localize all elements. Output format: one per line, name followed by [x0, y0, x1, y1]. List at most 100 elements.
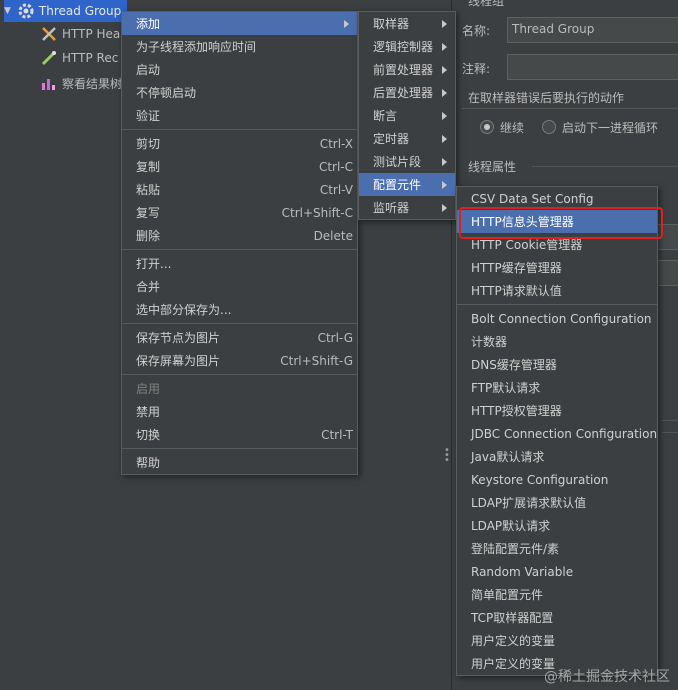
menu-item-label: 粘贴: [136, 183, 161, 197]
context-menu-item[interactable]: 删除 Delete: [122, 224, 357, 247]
config-element-item[interactable]: 用户定义的变量: [457, 629, 657, 652]
tree-item-thread-group[interactable]: ▼ Thread Group: [4, 0, 128, 22]
add-submenu-item[interactable]: 配置元件: [359, 173, 455, 196]
submenu-arrow-icon: [442, 88, 447, 97]
context-menu-item[interactable]: 选中部分保存为...: [122, 298, 357, 321]
menu-separator: [122, 374, 357, 375]
config-element-item[interactable]: HTTP授权管理器: [457, 399, 657, 422]
context-menu-item[interactable]: 不停顿启动: [122, 81, 357, 104]
menu-separator: [122, 129, 357, 130]
add-submenu-item[interactable]: 监听器: [359, 196, 455, 219]
add-submenu-item[interactable]: 断言: [359, 104, 455, 127]
context-menu-item[interactable]: 切换 Ctrl-T: [122, 423, 357, 446]
tree-item-label: HTTP Rec: [62, 51, 119, 65]
config-element-item[interactable]: FTP默认请求: [457, 376, 657, 399]
menu-item-label: 添加: [136, 17, 161, 31]
menu-item-label: 登陆配置元件/素: [471, 542, 560, 556]
radio-continue[interactable]: [480, 120, 494, 134]
context-menu-item[interactable]: 验证: [122, 104, 357, 127]
context-menu-item[interactable]: 合并: [122, 275, 357, 298]
thread-props-label: 线程属性: [468, 160, 517, 174]
splitter-handle[interactable]: • • •: [444, 446, 450, 466]
tree-item-http-request[interactable]: HTTP Rec: [40, 47, 118, 69]
tree-item-label: HTTP Hea: [62, 27, 121, 41]
menu-item-label: 复写: [136, 206, 161, 220]
menu-item-label: 配置元件: [373, 178, 422, 192]
config-element-item[interactable]: HTTP请求默认值: [457, 279, 657, 302]
panel-header: 线程组: [468, 0, 505, 8]
context-menu-item[interactable]: 保存屏幕为图片 Ctrl+Shift-G: [122, 349, 357, 372]
menu-separator: [457, 304, 657, 305]
config-element-item[interactable]: LDAP默认请求: [457, 514, 657, 537]
add-submenu-item[interactable]: 测试片段: [359, 150, 455, 173]
menu-item-label: 帮助: [136, 456, 161, 470]
expand-arrow-icon[interactable]: ▼: [4, 6, 11, 16]
config-element-item[interactable]: TCP取样器配置: [457, 606, 657, 629]
tree-item-http-header[interactable]: HTTP Hea: [40, 23, 120, 45]
add-submenu-item[interactable]: 后置处理器: [359, 81, 455, 104]
menu-item-label: Java默认请求: [471, 450, 545, 464]
config-element-item[interactable]: 简单配置元件: [457, 583, 657, 606]
menu-item-label: 选中部分保存为...: [136, 303, 232, 317]
config-element-item[interactable]: Java默认请求: [457, 445, 657, 468]
menu-item-label: 禁用: [136, 405, 161, 419]
submenu-arrow-icon: [442, 42, 447, 51]
menu-item-label: FTP默认请求: [471, 381, 541, 395]
menu-item-label: Random Variable: [471, 564, 574, 579]
name-label: 名称:: [462, 24, 491, 38]
menu-item-label: 删除: [136, 229, 161, 243]
config-element-submenu: CSV Data Set Config HTTP信息头管理器 HTTP Cookie…: [456, 186, 658, 676]
context-menu-item[interactable]: 粘贴 Ctrl-V: [122, 178, 357, 201]
menu-item-label: 监听器: [373, 201, 410, 215]
config-element-item[interactable]: 登陆配置元件/素: [457, 537, 657, 560]
add-submenu-item[interactable]: 取样器: [359, 12, 455, 35]
menu-item-label: 用户定义的变量: [471, 657, 556, 671]
context-menu-item[interactable]: 保存节点为图片 Ctrl-G: [122, 326, 357, 349]
submenu-arrow-icon: [442, 157, 447, 166]
submenu-arrow-icon: [442, 111, 447, 120]
menu-item-label: 打开...: [136, 257, 172, 271]
submenu-arrow-icon: [442, 19, 447, 28]
menu-item-label: 启动: [136, 63, 161, 77]
config-element-item[interactable]: Bolt Connection Configuration: [457, 307, 657, 330]
ramp-up-field[interactable]: [657, 260, 678, 286]
config-element-item[interactable]: Random Variable: [457, 560, 657, 583]
menu-item-label: HTTP授权管理器: [471, 404, 562, 418]
context-menu-item[interactable]: 打开...: [122, 252, 357, 275]
submenu-arrow-icon: [442, 134, 447, 143]
tree-item-view-results[interactable]: 察看结果树: [40, 72, 122, 94]
radio-next-loop[interactable]: [542, 120, 556, 134]
menu-item-label: 前置处理器: [373, 63, 434, 77]
context-menu-item[interactable]: 启动: [122, 58, 357, 81]
context-menu-item[interactable]: 禁用: [122, 400, 357, 423]
menu-item-label: DNS缓存管理器: [471, 358, 557, 372]
context-menu-item[interactable]: 剪切 Ctrl-X: [122, 132, 357, 155]
name-field[interactable]: Thread Group: [507, 17, 678, 43]
menu-separator: [122, 323, 357, 324]
add-submenu-item[interactable]: 定时器: [359, 127, 455, 150]
menu-item-label: 简单配置元件: [471, 588, 544, 602]
context-menu-item[interactable]: 为子线程添加响应时间: [122, 35, 357, 58]
menu-item-shortcut: Ctrl+Shift-G: [280, 353, 353, 368]
config-element-item[interactable]: JDBC Connection Configuration: [457, 422, 657, 445]
tree-item-label: Thread Group: [38, 4, 122, 18]
add-submenu-item[interactable]: 逻辑控制器: [359, 35, 455, 58]
submenu-arrow-icon: [442, 180, 447, 189]
context-menu-item[interactable]: 复写 Ctrl+Shift-C: [122, 201, 357, 224]
tree-item-label: 察看结果树: [62, 76, 123, 91]
comment-field[interactable]: [507, 54, 678, 80]
config-element-item[interactable]: LDAP扩展请求默认值: [457, 491, 657, 514]
context-menu-item[interactable]: 复制 Ctrl-C: [122, 155, 357, 178]
menu-item-label: JDBC Connection Configuration: [471, 426, 658, 441]
radio-next-loop-label: 启动下一进程循环: [562, 121, 659, 135]
menu-item-label: 剪切: [136, 137, 161, 151]
config-element-item[interactable]: 计数器: [457, 330, 657, 353]
add-submenu-item[interactable]: 前置处理器: [359, 58, 455, 81]
menu-item-shortcut: Ctrl-T: [321, 427, 353, 442]
menu-item-label: TCP取样器配置: [471, 611, 554, 625]
context-menu-item[interactable]: 添加: [122, 12, 357, 35]
config-element-item[interactable]: HTTP缓存管理器: [457, 256, 657, 279]
config-element-item[interactable]: Keystore Configuration: [457, 468, 657, 491]
config-element-item[interactable]: DNS缓存管理器: [457, 353, 657, 376]
context-menu-item[interactable]: 帮助: [122, 451, 357, 474]
